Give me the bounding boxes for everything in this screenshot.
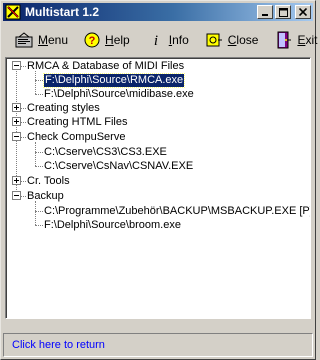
tree-group-backup[interactable]: Backup xyxy=(27,190,64,203)
tree-branch-line xyxy=(21,108,26,109)
tree-branch-line xyxy=(35,211,43,212)
exit-door-icon xyxy=(277,31,292,49)
tree-item-csnav-exe[interactable]: C:\Cserve\CsNav\CSNAV.EXE xyxy=(44,160,193,173)
exit-button[interactable]: Exit xyxy=(272,28,320,52)
tree-branch-line xyxy=(21,66,26,67)
tree-item-msbackup-exe[interactable]: C:\Programme\Zubehör\BACKUP\MSBACKUP.EXE… xyxy=(44,205,310,218)
toolbar: Menu ? Help i Info Close Exit xyxy=(3,25,317,55)
close-icon xyxy=(299,8,307,16)
svg-text:?: ? xyxy=(89,35,96,47)
tree-branch-line xyxy=(21,181,26,182)
menu-button[interactable]: Menu xyxy=(11,28,72,52)
tree-item-midibase-exe[interactable]: F:\Delphi\Source\midibase.exe xyxy=(44,88,194,101)
tree-group-creating-html[interactable]: Creating HTML Files xyxy=(27,116,127,129)
tree-branch-line xyxy=(35,152,43,153)
app-icon[interactable] xyxy=(5,4,21,20)
group-expand-toggle[interactable] xyxy=(12,117,21,126)
info-label: Info xyxy=(168,33,189,47)
minimize-icon xyxy=(262,14,268,16)
group-collapse-toggle[interactable] xyxy=(12,61,21,70)
maximize-button[interactable] xyxy=(275,5,291,19)
maximize-icon xyxy=(278,7,288,17)
window-title: Multistart 1.2 xyxy=(25,5,100,19)
group-expand-toggle[interactable] xyxy=(12,176,21,185)
close-button[interactable]: Close xyxy=(201,28,263,52)
window-controls xyxy=(257,5,311,19)
tree-group-creating-styles[interactable]: Creating styles xyxy=(27,102,100,115)
group-collapse-toggle[interactable] xyxy=(12,191,21,200)
tree-item-cs3-exe[interactable]: C:\Cserve\CS3\CS3.EXE xyxy=(44,146,167,159)
tree-group-rmca[interactable]: RMCA & Database of MIDI Files xyxy=(27,60,184,73)
menu-icon xyxy=(15,32,33,48)
tree-branch-line xyxy=(21,122,26,123)
tree-branch-line xyxy=(35,166,43,167)
group-collapse-toggle[interactable] xyxy=(12,132,21,141)
help-icon: ? xyxy=(84,32,100,48)
tree-child-line xyxy=(35,142,36,166)
info-button[interactable]: i Info xyxy=(146,28,193,52)
svg-text:i: i xyxy=(154,33,158,48)
app-window: Multistart 1.2 Menu ? Help i Info Close … xyxy=(0,0,317,360)
tree-child-line xyxy=(35,71,36,94)
title-bar[interactable]: Multistart 1.2 xyxy=(3,3,313,21)
group-expand-toggle[interactable] xyxy=(12,103,21,112)
tree-branch-line xyxy=(21,137,26,138)
tree-branch-line xyxy=(35,80,43,81)
return-link[interactable]: Click here to return xyxy=(3,333,313,357)
tree-branch-line xyxy=(35,225,43,226)
tree-branch-line xyxy=(35,94,43,95)
return-label: Click here to return xyxy=(12,339,105,351)
tree-item-broom-exe[interactable]: F:\Delphi\Source\broom.exe xyxy=(44,219,181,232)
help-button[interactable]: ? Help xyxy=(80,28,134,52)
tree-group-compuserve[interactable]: Check CompuServe xyxy=(27,131,125,144)
door-close-icon xyxy=(206,33,222,47)
menu-label: Menu xyxy=(38,33,69,47)
minimize-button[interactable] xyxy=(257,5,273,19)
close-label: Close xyxy=(227,33,259,47)
info-icon: i xyxy=(154,33,158,48)
tree-child-line xyxy=(35,201,36,225)
close-window-button[interactable] xyxy=(295,5,311,19)
tree-branch-line xyxy=(21,196,26,197)
program-tree[interactable]: RMCA & Database of MIDI Files F:\Delphi\… xyxy=(5,57,311,319)
tree-group-cr-tools[interactable]: Cr. Tools xyxy=(27,175,70,188)
help-label: Help xyxy=(105,33,130,47)
exit-label: Exit xyxy=(297,33,318,47)
tree-item-rmca-exe[interactable]: F:\Delphi\Source\RMCA.exe xyxy=(42,73,186,88)
